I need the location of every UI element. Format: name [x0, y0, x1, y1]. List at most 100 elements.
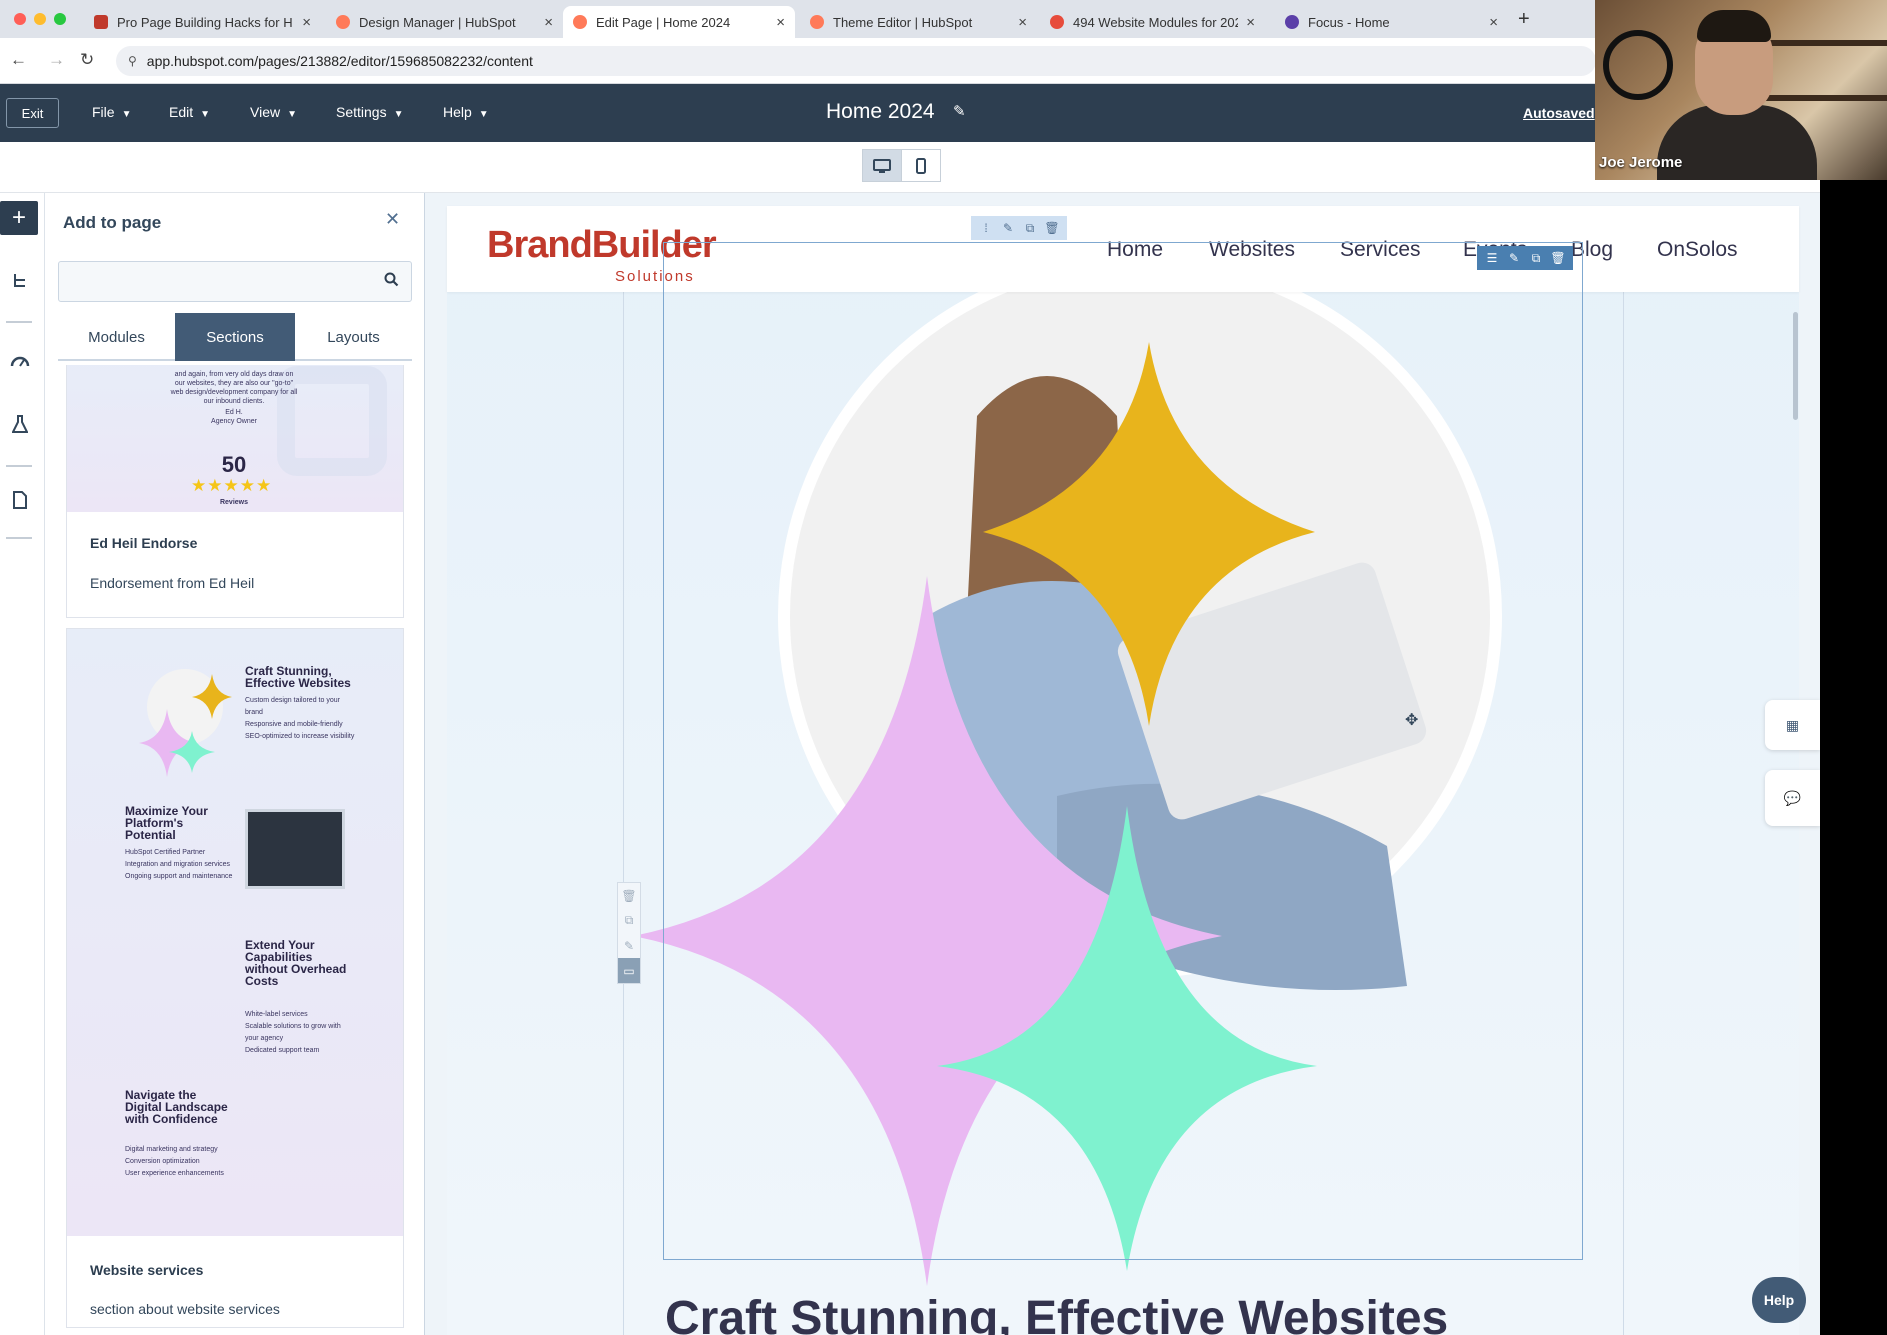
page-document-icon[interactable] — [9, 489, 31, 511]
help-button[interactable]: Help — [1752, 1277, 1806, 1323]
desktop-preview-button[interactable] — [862, 149, 902, 182]
browser-tab-focus-home[interactable]: Focus - Home × — [1275, 6, 1508, 38]
browser-tab-edit-page[interactable]: Edit Page | Home 2024 × — [563, 6, 795, 38]
gauge-icon — [10, 356, 30, 367]
edit-menu[interactable]: Edit ▼ — [169, 104, 210, 120]
settings-menu[interactable]: Settings ▼ — [336, 104, 404, 120]
chevron-down-icon: ▼ — [287, 109, 297, 120]
section-thumbnail: and again, from very old days draw on ou… — [67, 365, 403, 512]
edit-pencil-icon[interactable]: ✎ — [618, 933, 640, 958]
duplicate-icon[interactable]: ⧉ — [1525, 247, 1547, 269]
new-tab-icon[interactable]: + — [1518, 8, 1530, 31]
canvas-scrollbar[interactable] — [1793, 312, 1798, 420]
microphone-image — [1603, 30, 1673, 100]
thumb-bullets-2: HubSpot Certified Partner Integration an… — [125, 849, 233, 880]
rail-divider — [6, 321, 32, 323]
browser-tab-website-modules[interactable]: 494 Website Modules for 202 × — [1040, 6, 1265, 38]
presenter-hair — [1697, 10, 1771, 42]
move-cursor-icon: ✥ — [1405, 712, 1419, 729]
reload-icon[interactable]: ↻ — [80, 50, 94, 70]
nav-link-onsolos[interactable]: OnSolos — [1657, 238, 1738, 262]
row-vertical-toolbar: 🗑 ⧉ ✎ ▭ — [617, 882, 641, 984]
back-arrow-icon[interactable]: ← — [10, 50, 27, 70]
browser-tab-design-manager[interactable]: Design Manager | HubSpot × — [326, 6, 563, 38]
row-settings-icon[interactable]: ▭ — [618, 958, 640, 983]
url-field[interactable]: ⚲ app.hubspot.com/pages/213882/editor/15… — [116, 46, 1596, 76]
add-to-page-panel: Add to page ✕ Modules Sections Layouts a… — [45, 193, 425, 1335]
mobile-icon — [916, 157, 926, 174]
file-menu[interactable]: File ▼ — [92, 104, 131, 120]
tab-title: Pro Page Building Hacks for H — [117, 14, 293, 30]
forward-arrow-icon[interactable]: → — [48, 50, 65, 70]
edit-pencil-icon[interactable]: ✎ — [997, 217, 1019, 239]
selected-module-outline — [663, 242, 1583, 1260]
test-flask-icon[interactable] — [9, 413, 31, 435]
browser-tab-page-building-hacks[interactable]: Pro Page Building Hacks for H × — [84, 6, 321, 38]
close-tab-icon[interactable]: × — [1018, 14, 1027, 31]
site-page-preview[interactable]: BrandBuilder Solutions Home Websites Ser… — [447, 206, 1799, 1335]
section-card-website-services[interactable]: Craft Stunning, Effective Websites Custo… — [66, 628, 404, 1328]
menu-label: File — [92, 104, 115, 120]
layer-tree-icon[interactable] — [9, 270, 31, 292]
section-name: Ed Heil Endorse — [90, 535, 198, 551]
close-tab-icon[interactable]: × — [1246, 14, 1255, 31]
thumb-author: Ed H. — [225, 409, 243, 416]
section-thumbnail: Craft Stunning, Effective Websites Custo… — [67, 629, 403, 1236]
tab-layouts[interactable]: Layouts — [295, 313, 412, 361]
tree-icon — [14, 274, 25, 287]
delete-trash-icon[interactable]: 🗑 — [1041, 217, 1063, 239]
drag-handle-icon[interactable]: ⁞ — [975, 217, 997, 239]
panel-search — [58, 261, 412, 302]
hubspot-favicon-icon — [810, 15, 824, 29]
search-icon[interactable] — [384, 272, 399, 292]
thumb-bullets-3: White-label services Scalable solutions … — [245, 1011, 341, 1054]
delete-trash-icon[interactable]: 🗑 — [1547, 247, 1569, 269]
close-window-button[interactable] — [14, 13, 26, 25]
edit-title-pencil-icon[interactable]: ✎ — [953, 102, 966, 120]
column-guide — [623, 292, 624, 1335]
minimize-window-button[interactable] — [34, 13, 46, 25]
section-name: Website services — [90, 1262, 204, 1278]
add-icon[interactable]: + — [0, 201, 38, 235]
menu-label: View — [250, 104, 281, 120]
view-menu[interactable]: View ▼ — [250, 104, 297, 120]
close-tab-icon[interactable]: × — [302, 14, 311, 31]
close-tab-icon[interactable]: × — [776, 14, 785, 31]
grid-widget-icon[interactable]: ▦ — [1765, 700, 1820, 750]
edit-pencil-icon[interactable]: ✎ — [1503, 247, 1525, 269]
delete-trash-icon[interactable]: 🗑 — [618, 883, 640, 908]
section-description: section about website services — [90, 1301, 280, 1317]
site-info-icon[interactable]: ⚲ — [128, 54, 137, 68]
help-menu[interactable]: Help ▼ — [443, 104, 489, 120]
thumb-sparkles-icon — [139, 674, 232, 777]
tab-modules[interactable]: Modules — [58, 313, 175, 361]
align-icon[interactable]: ☰ — [1481, 247, 1503, 269]
close-tab-icon[interactable]: × — [544, 14, 553, 31]
thumb-review-label: Reviews — [219, 499, 249, 506]
chevron-down-icon: ▼ — [478, 109, 489, 120]
duplicate-icon[interactable]: ⧉ — [618, 908, 640, 933]
optimize-gauge-icon[interactable] — [9, 349, 31, 371]
focus-favicon-icon — [1285, 15, 1299, 29]
page-canvas: BrandBuilder Solutions Home Websites Ser… — [425, 193, 1820, 1335]
menu-label: Settings — [336, 104, 387, 120]
mobile-preview-button[interactable] — [901, 149, 941, 182]
menu-label: Help — [443, 104, 472, 120]
thumb-bullets-4: Digital marketing and strategy Conversio… — [125, 1146, 224, 1177]
browser-tab-theme-editor[interactable]: Theme Editor | HubSpot × — [800, 6, 1037, 38]
tab-sections[interactable]: Sections — [175, 313, 295, 361]
search-input[interactable] — [59, 262, 369, 301]
exit-button[interactable]: Exit — [6, 98, 59, 128]
chat-widget-icon[interactable]: 💬 — [1765, 770, 1820, 826]
close-panel-icon[interactable]: ✕ — [385, 209, 400, 230]
panel-title: Add to page — [63, 213, 162, 232]
favicon-icon — [1050, 15, 1064, 29]
column-guide — [1623, 292, 1624, 1335]
maximize-window-button[interactable] — [54, 13, 66, 25]
tab-title: Theme Editor | HubSpot — [833, 14, 973, 30]
thumb-heading-2: Maximize Your Platform's Potential — [125, 804, 208, 842]
section-card-ed-heil-endorse[interactable]: and again, from very old days draw on ou… — [66, 365, 404, 618]
autosaved-link[interactable]: Autosaved — [1523, 105, 1595, 121]
duplicate-icon[interactable]: ⧉ — [1019, 217, 1041, 239]
close-tab-icon[interactable]: × — [1489, 14, 1498, 31]
